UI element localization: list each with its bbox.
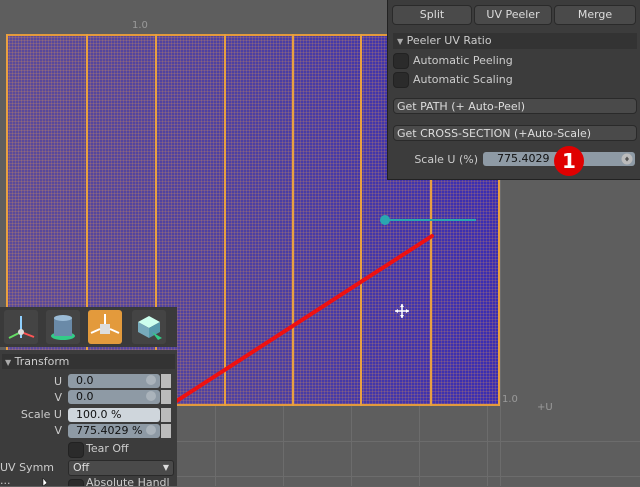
scale-v-field[interactable]: 775.4029 % [68, 424, 160, 438]
scale-u-label: Scale U [20, 408, 62, 421]
mouse-pointer-icon [42, 478, 48, 486]
transform-axis-icon[interactable] [4, 310, 38, 344]
u-value: 0.0 [76, 374, 94, 387]
absolute-handle-checkbox[interactable] [68, 479, 84, 486]
scale-u-value: 100.0 % [76, 408, 122, 421]
chevron-down-icon: ▼ [162, 463, 169, 472]
scale-v-spin-icon[interactable] [161, 424, 171, 438]
scale-v-label: V [54, 424, 62, 437]
v-label: V [54, 391, 62, 404]
reset-icon[interactable] [146, 425, 156, 435]
u-field[interactable]: 0.0 [68, 374, 160, 388]
scale-u-spin-icon[interactable] [161, 408, 171, 422]
transform-panel: ▼ Transform U 0.0 V 0.0 Scale U 100.0 % … [0, 350, 177, 487]
transform-title: Transform [14, 355, 70, 368]
uv-symmetry-dropdown[interactable]: Off ▼ [68, 460, 174, 476]
collapse-triangle-icon: ▼ [5, 358, 12, 367]
tool-strip [0, 307, 177, 347]
uv-symmetry-label: UV Symm ... [0, 461, 54, 487]
u-label: U [53, 375, 62, 388]
reset-icon[interactable] [146, 375, 156, 385]
move-handle-icon[interactable] [88, 310, 122, 344]
v-value: 0.0 [76, 390, 94, 403]
u-spin-icon[interactable] [161, 374, 171, 388]
reset-icon[interactable] [146, 391, 156, 401]
tear-off-checkbox[interactable] [68, 442, 84, 458]
transform-header[interactable]: ▼ Transform [2, 354, 175, 369]
tear-off-label: Tear Off [86, 442, 129, 455]
v-spin-icon[interactable] [161, 390, 171, 404]
absolute-handle-row[interactable]: Absolute Handl [68, 478, 177, 486]
absolute-handle-label: Absolute Handl [86, 478, 170, 486]
scale-v-value: 775.4029 % [76, 424, 143, 437]
cube-arrow-icon[interactable] [132, 310, 166, 344]
annotation-badge: 1 [554, 146, 584, 176]
v-field[interactable]: 0.0 [68, 390, 160, 404]
cylinder-icon[interactable] [46, 310, 80, 344]
uv-symmetry-value: Off [73, 461, 90, 474]
scale-u-field[interactable]: 100.0 % [68, 408, 160, 422]
tear-off-row[interactable]: Tear Off [68, 442, 168, 458]
